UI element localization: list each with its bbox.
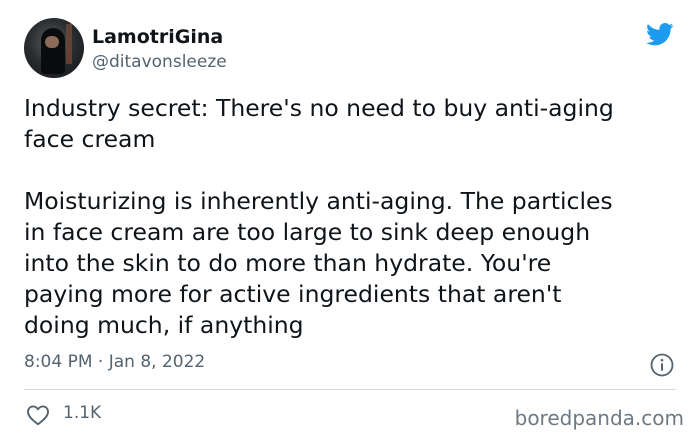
divider — [24, 389, 676, 390]
twitter-bird-icon[interactable] — [644, 20, 676, 48]
avatar[interactable] — [24, 18, 84, 78]
info-icon[interactable] — [650, 353, 674, 377]
tweet-text: Industry secret: There's no need to buy … — [24, 94, 614, 339]
display-name[interactable]: LamotriGina — [92, 26, 223, 48]
user-handle[interactable]: @ditavonsleeze — [92, 52, 227, 72]
avatar-light — [66, 24, 72, 64]
heart-icon[interactable] — [26, 404, 50, 426]
tweet-header: LamotriGina @ditavonsleeze — [24, 18, 676, 80]
tweet-timestamp[interactable]: 8:04 PM · Jan 8, 2022 — [24, 352, 205, 372]
avatar-face — [45, 36, 59, 48]
avatar-figure — [41, 28, 65, 74]
like-count[interactable]: 1.1K — [63, 403, 101, 423]
watermark: boredpanda.com — [514, 406, 684, 430]
